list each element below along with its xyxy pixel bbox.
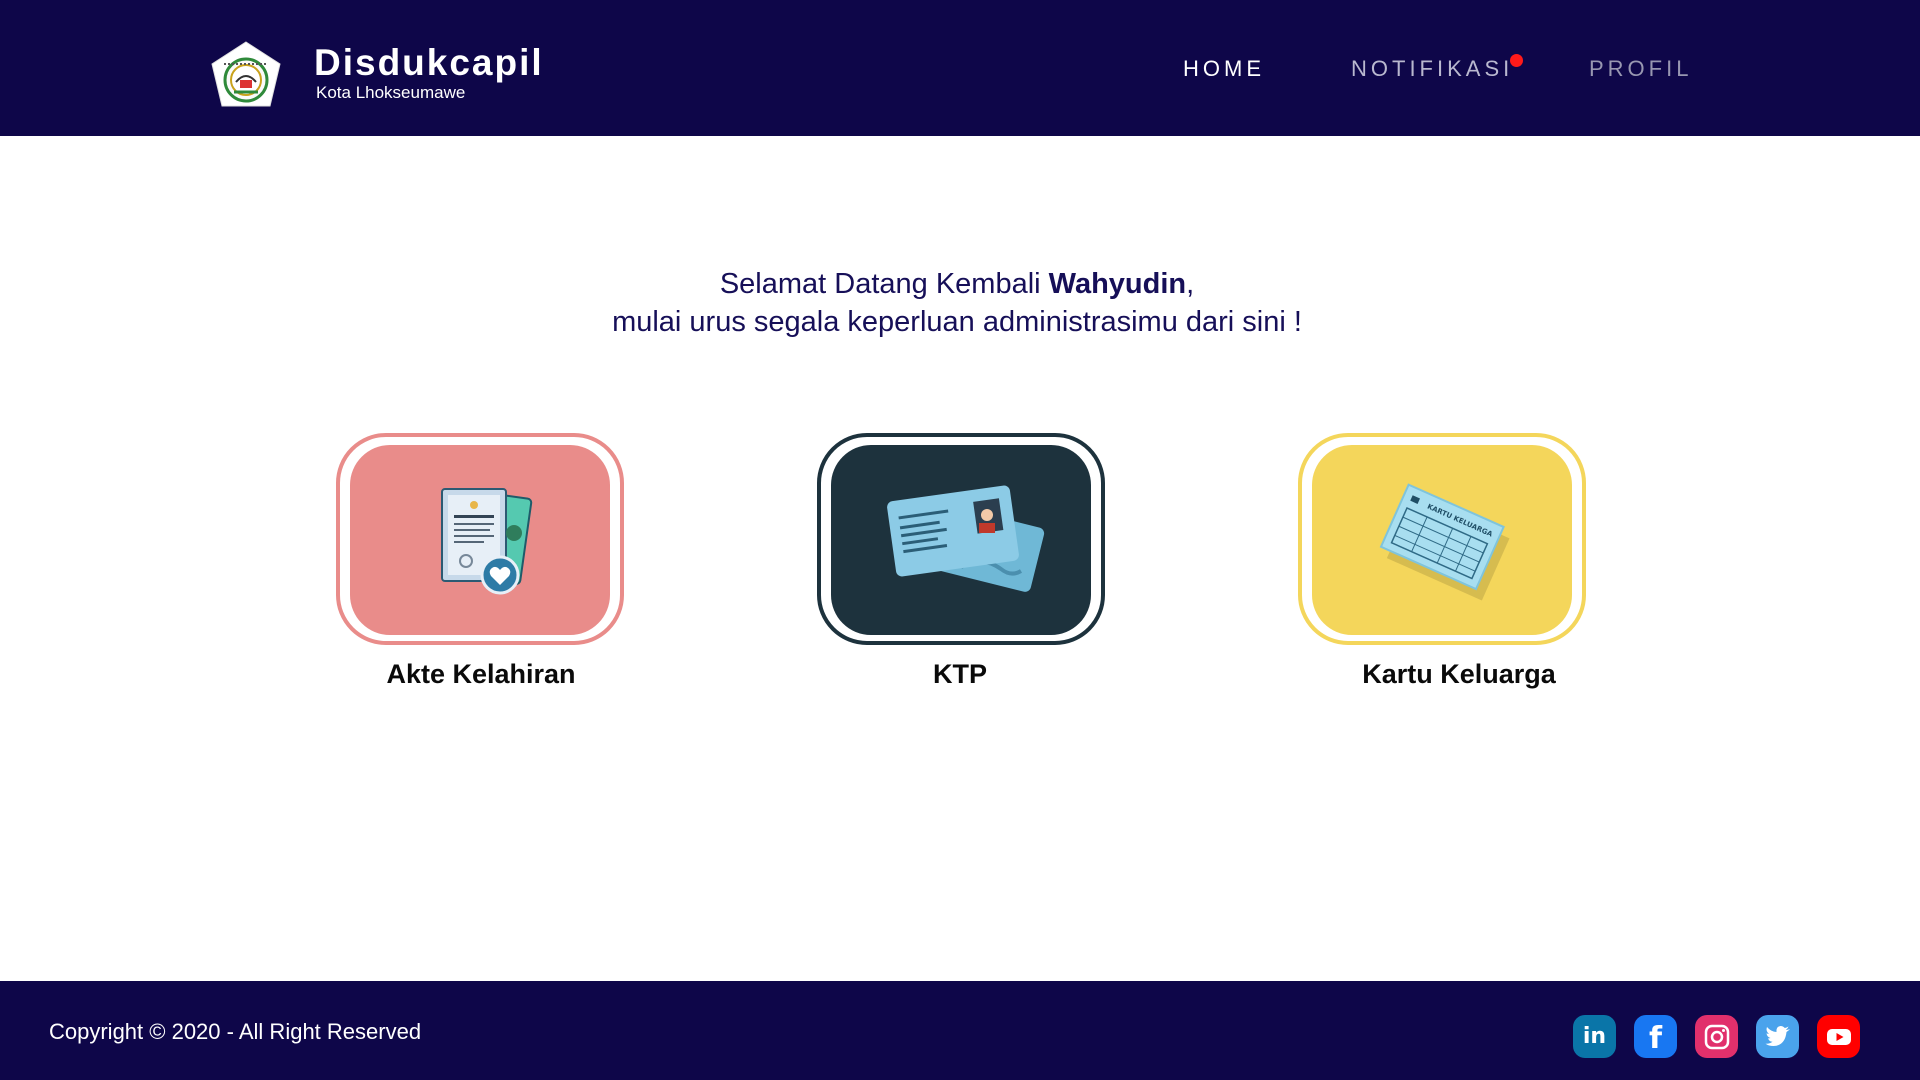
kartu-keluarga-card-inner: KARTU KELUARGA [1312, 445, 1572, 635]
facebook-icon[interactable]: f [1634, 1015, 1677, 1058]
footer: Copyright © 2020 - All Right Reserved in… [0, 981, 1920, 1080]
akte-kelahiran-card[interactable] [336, 433, 624, 645]
welcome-line-2: mulai urus segala keperluan administrasi… [612, 306, 1302, 338]
user-name: Wahyudin [1048, 268, 1187, 300]
top-navbar: Disdukcapil Kota Lhokseumawe HOME NOTIFI… [0, 0, 1920, 136]
ktp-card[interactable] [817, 433, 1105, 645]
city-emblem-icon [211, 41, 281, 107]
youtube-glyph [1826, 1028, 1851, 1045]
instagram-glyph [1704, 1024, 1729, 1049]
kartu-keluarga-card[interactable]: KARTU KELUARGA [1298, 433, 1586, 645]
welcome-greeting: Selamat Datang Kembali [719, 268, 1049, 300]
nav-home[interactable]: HOME [1183, 56, 1265, 82]
notification-dot [1510, 54, 1523, 67]
kartu-keluarga-label[interactable]: Kartu Keluarga [1309, 659, 1609, 690]
linkedin-icon[interactable]: in [1573, 1015, 1616, 1058]
akte-kelahiran-label[interactable]: Akte Kelahiran [331, 659, 631, 690]
brand[interactable]: Disdukcapil Kota Lhokseumawe [210, 40, 544, 108]
nav-profil[interactable]: PROFIL [1589, 56, 1692, 82]
instagram-icon[interactable] [1695, 1015, 1738, 1058]
nav-notifikasi[interactable]: NOTIFIKASI [1351, 56, 1513, 82]
welcome-comma: , [1186, 268, 1195, 300]
welcome-message: Selamat Datang Kembali Wahyudin, mulai u… [0, 265, 1914, 341]
linkedin-glyph: in [1582, 1024, 1607, 1049]
id-card-icon [887, 485, 1045, 592]
twitter-icon[interactable] [1756, 1015, 1799, 1058]
akte-kelahiran-card-inner [350, 445, 610, 635]
copyright-text: Copyright © 2020 - All Right Reserved [49, 1019, 422, 1044]
facebook-glyph: f [1648, 1021, 1663, 1056]
welcome-line-1: Selamat Datang Kembali Wahyudin, [0, 265, 1914, 303]
ktp-card-inner [831, 445, 1091, 635]
twitter-glyph [1765, 1025, 1790, 1046]
brand-subtitle: Kota Lhokseumawe [316, 83, 466, 102]
birth-certificate-icon [441, 488, 533, 595]
ktp-label[interactable]: KTP [810, 659, 1110, 690]
brand-name: Disdukcapil [314, 42, 544, 83]
youtube-icon[interactable] [1817, 1015, 1860, 1058]
family-card-icon: KARTU KELUARGA [1379, 483, 1510, 601]
